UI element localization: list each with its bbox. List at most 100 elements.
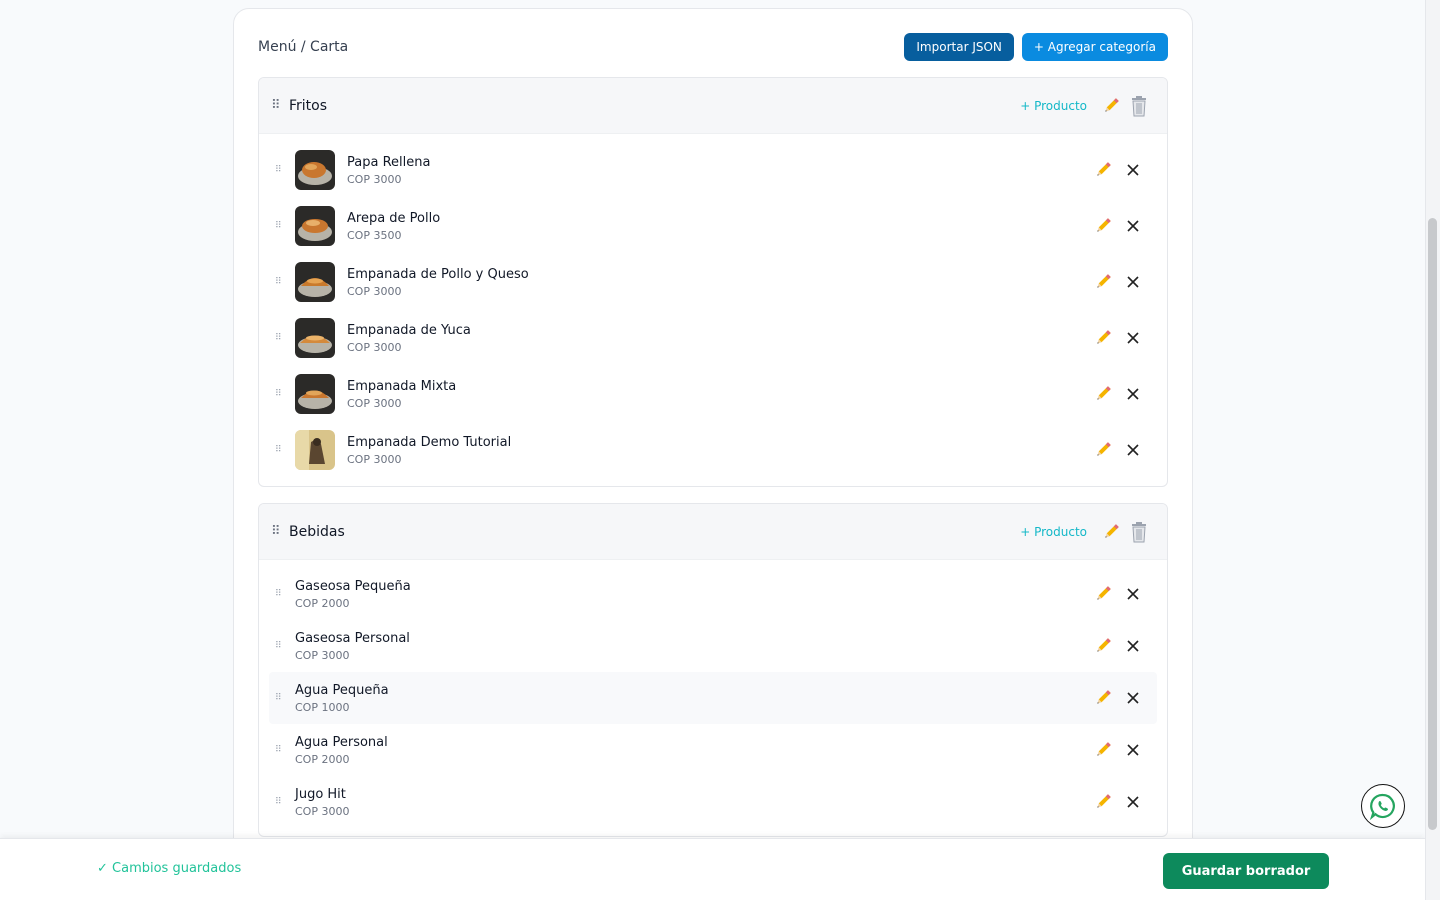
product-name: Papa Rellena <box>347 154 431 170</box>
drag-handle-icon[interactable]: ⠿ <box>275 389 295 399</box>
bottom-save-bar: ✓ Cambios guardados Guardar borrador <box>0 838 1425 900</box>
list-item[interactable]: ⠿ Agua Personal COP 2000 <box>269 724 1157 776</box>
list-item[interactable]: ⠿ Empanada de Yuca COP 3000 <box>269 310 1157 366</box>
product-price: COP 3000 <box>295 804 350 818</box>
save-draft-button[interactable]: Guardar borrador <box>1163 853 1329 889</box>
pencil-icon[interactable] <box>1089 788 1117 816</box>
pencil-icon[interactable] <box>1097 92 1125 120</box>
product-name: Empanada de Pollo y Queso <box>347 266 529 282</box>
pencil-icon[interactable] <box>1089 324 1117 352</box>
pencil-icon[interactable] <box>1089 156 1117 184</box>
drag-handle-icon[interactable]: ⠿ <box>275 165 295 175</box>
pencil-icon[interactable] <box>1089 632 1117 660</box>
trash-icon[interactable] <box>1125 92 1153 120</box>
product-price: COP 1000 <box>295 700 350 714</box>
drag-handle-icon[interactable]: ⠿ <box>275 745 295 755</box>
scrollbar-thumb[interactable] <box>1428 218 1437 830</box>
list-item[interactable]: ⠿ Jugo Hit COP 3000 <box>269 776 1157 828</box>
list-item[interactable]: ⠿ Papa Rellena COP 3000 <box>269 142 1157 198</box>
category-header: ⠿ Bebidas + Producto <box>259 504 1167 560</box>
pencil-icon[interactable] <box>1089 268 1117 296</box>
product-image <box>295 150 335 190</box>
pencil-icon[interactable] <box>1089 684 1117 712</box>
close-icon[interactable] <box>1119 436 1147 464</box>
close-icon[interactable] <box>1119 156 1147 184</box>
item-actions <box>1089 436 1147 464</box>
close-icon[interactable] <box>1119 736 1147 764</box>
category-title: Fritos <box>289 97 328 114</box>
product-price: COP 3000 <box>347 284 402 298</box>
drag-handle-icon[interactable]: ⠿ <box>275 277 295 287</box>
list-item[interactable]: ⠿ Empanada Mixta COP 3000 <box>269 366 1157 422</box>
list-item[interactable]: ⠿ Agua Pequeña COP 1000 <box>269 672 1157 724</box>
item-actions <box>1089 156 1147 184</box>
close-icon[interactable] <box>1119 268 1147 296</box>
drag-handle-icon[interactable]: ⠿ <box>275 641 295 651</box>
category-bebidas: ⠿ Bebidas + Producto ⠿ Gaseosa Pequeña C… <box>258 503 1168 837</box>
drag-handle-icon[interactable]: ⠿ <box>275 693 295 703</box>
breadcrumb: Menú / Carta <box>258 39 349 55</box>
product-info: Arepa de Pollo COP 3500 <box>347 210 1089 243</box>
pencil-icon[interactable] <box>1089 212 1117 240</box>
product-price: COP 3000 <box>347 396 402 410</box>
drag-handle-icon[interactable]: ⠿ <box>275 445 295 455</box>
pencil-icon[interactable] <box>1089 380 1117 408</box>
drag-handle-icon[interactable]: ⠿ <box>275 221 295 231</box>
list-item[interactable]: ⠿ Arepa de Pollo COP 3500 <box>269 198 1157 254</box>
close-icon[interactable] <box>1119 788 1147 816</box>
close-icon[interactable] <box>1119 212 1147 240</box>
category-title: Bebidas <box>289 523 345 540</box>
item-actions <box>1089 684 1147 712</box>
product-info: Gaseosa Personal COP 3000 <box>295 630 1089 663</box>
close-icon[interactable] <box>1119 632 1147 660</box>
trash-icon[interactable] <box>1125 518 1153 546</box>
product-info: Empanada Mixta COP 3000 <box>347 378 1089 411</box>
add-category-button[interactable]: + Agregar categoría <box>1021 33 1168 61</box>
drag-handle-icon[interactable]: ⠿ <box>271 524 289 539</box>
product-info: Empanada de Pollo y Queso COP 3000 <box>347 266 1089 299</box>
product-price: COP 3000 <box>347 452 402 466</box>
item-actions <box>1089 380 1147 408</box>
pencil-icon[interactable] <box>1089 436 1117 464</box>
card-header: Menú / Carta Importar JSON + Agregar cat… <box>258 33 1168 61</box>
product-list: ⠿ Papa Rellena COP 3000 ⠿ Arepa de Pollo… <box>259 134 1167 478</box>
list-item[interactable]: ⠿ Empanada Demo Tutorial COP 3000 <box>269 422 1157 478</box>
drag-handle-icon[interactable]: ⠿ <box>271 98 289 113</box>
product-name: Empanada Demo Tutorial <box>347 434 512 450</box>
product-price: COP 2000 <box>295 752 350 766</box>
item-actions <box>1089 268 1147 296</box>
whatsapp-icon[interactable] <box>1361 784 1405 828</box>
product-info: Agua Personal COP 2000 <box>295 734 1089 767</box>
list-item[interactable]: ⠿ Gaseosa Personal COP 3000 <box>269 620 1157 672</box>
pencil-icon[interactable] <box>1089 736 1117 764</box>
product-name: Agua Personal <box>295 734 388 750</box>
page-viewport: Menú / Carta Importar JSON + Agregar cat… <box>0 0 1425 900</box>
close-icon[interactable] <box>1119 380 1147 408</box>
item-actions <box>1089 324 1147 352</box>
import-json-button[interactable]: Importar JSON <box>904 33 1014 61</box>
product-image <box>295 318 335 358</box>
product-info: Gaseosa Pequeña COP 2000 <box>295 578 1089 611</box>
list-item[interactable]: ⠿ Gaseosa Pequeña COP 2000 <box>269 568 1157 620</box>
product-info: Empanada Demo Tutorial COP 3000 <box>347 434 1089 467</box>
close-icon[interactable] <box>1119 324 1147 352</box>
add-product-link[interactable]: + Producto <box>1020 525 1087 539</box>
header-actions: Importar JSON + Agregar categoría <box>904 33 1168 61</box>
product-info: Jugo Hit COP 3000 <box>295 786 1089 819</box>
product-info: Papa Rellena COP 3000 <box>347 154 1089 187</box>
product-name: Jugo Hit <box>295 786 346 802</box>
close-icon[interactable] <box>1119 580 1147 608</box>
add-product-link[interactable]: + Producto <box>1020 99 1087 113</box>
list-item[interactable]: ⠿ Empanada de Pollo y Queso COP 3000 <box>269 254 1157 310</box>
product-price: COP 2000 <box>295 596 350 610</box>
pencil-icon[interactable] <box>1089 580 1117 608</box>
drag-handle-icon[interactable]: ⠿ <box>275 797 295 807</box>
close-icon[interactable] <box>1119 684 1147 712</box>
drag-handle-icon[interactable]: ⠿ <box>275 589 295 599</box>
drag-handle-icon[interactable]: ⠿ <box>275 333 295 343</box>
item-actions <box>1089 580 1147 608</box>
product-name: Gaseosa Personal <box>295 630 410 646</box>
pencil-icon[interactable] <box>1097 518 1125 546</box>
product-price: COP 3000 <box>347 340 402 354</box>
scrollbar[interactable] <box>1425 0 1440 900</box>
